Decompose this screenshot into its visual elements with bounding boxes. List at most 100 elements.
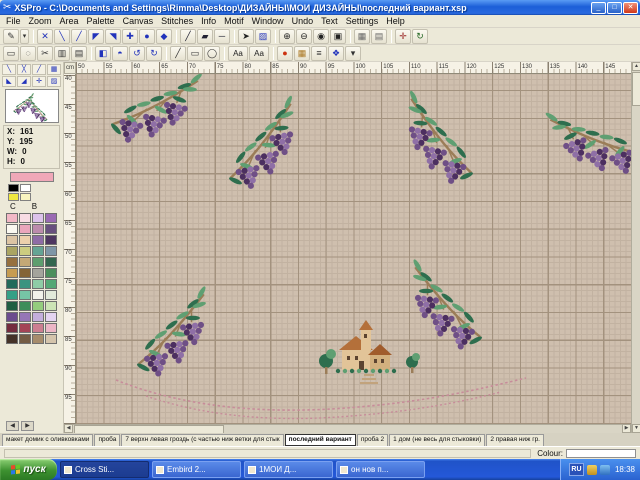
palette-swatch[interactable] [45, 213, 57, 223]
palette-swatch[interactable] [32, 334, 44, 344]
rotate-left-icon[interactable]: ↺ [129, 46, 145, 61]
palette-swatch[interactable] [6, 268, 18, 278]
palette-swatch[interactable] [45, 279, 57, 289]
palette-swatch[interactable] [45, 235, 57, 245]
menu-file[interactable]: File [2, 16, 25, 26]
menu-palette[interactable]: Palette [83, 16, 119, 26]
palette-swatch[interactable] [32, 224, 44, 234]
taskbar-task-button[interactable]: Cross Sti... [60, 461, 149, 478]
text-latin-icon[interactable]: Aa [228, 46, 248, 61]
palette-swatch[interactable] [6, 334, 18, 344]
stitch-dir-grid-icon[interactable]: ▦ [47, 64, 61, 75]
backstitch-icon[interactable]: ╱ [180, 29, 196, 44]
flip-vertical-icon[interactable]: ◓ [112, 46, 128, 61]
palette-swatch[interactable] [6, 279, 18, 289]
palette-scroll-left-icon[interactable]: ◀ [6, 421, 19, 431]
palette-swatch[interactable] [19, 257, 31, 267]
taskbar-task-button[interactable]: он нов п... [336, 461, 425, 478]
palette-swatch[interactable] [45, 268, 57, 278]
menu-motif[interactable]: Motif [220, 16, 248, 26]
palette-swatch[interactable] [45, 246, 57, 256]
pattern-tab[interactable]: макет домик с оливковками [2, 434, 93, 446]
palette-swatch[interactable] [19, 268, 31, 278]
ellipse-tool-icon[interactable]: ◯ [204, 46, 220, 61]
flip-horizontal-icon[interactable]: ◧ [95, 46, 111, 61]
select-free-icon[interactable]: ◌ [20, 46, 36, 61]
menu-canvas[interactable]: Canvas [119, 16, 158, 26]
language-indicator[interactable]: RU [569, 463, 584, 476]
start-button[interactable]: пуск [0, 459, 57, 480]
minimize-button[interactable]: _ [591, 2, 606, 14]
pattern-tab[interactable]: проба [94, 434, 120, 446]
palette-swatch[interactable] [19, 279, 31, 289]
palette-swatch[interactable] [45, 334, 57, 344]
paste-icon[interactable]: ▤ [71, 46, 87, 61]
palette-swatch[interactable] [45, 312, 57, 322]
palette-swatch[interactable] [32, 301, 44, 311]
scroll-left-icon[interactable]: ◀ [64, 424, 73, 433]
copy-icon[interactable]: ▥ [54, 46, 70, 61]
half-stitch-left-icon[interactable]: ╲ [54, 29, 70, 44]
menu-text[interactable]: Text [317, 16, 342, 26]
select-arrow-icon[interactable]: ➤ [238, 29, 254, 44]
palette-swatch[interactable] [6, 246, 18, 256]
three-quarter-stitch-icon[interactable]: ◥ [105, 29, 121, 44]
menu-help[interactable]: Help [382, 16, 409, 26]
palette-swatch[interactable] [32, 290, 44, 300]
refresh-view-icon[interactable]: ↻ [412, 29, 428, 44]
palette-swatch[interactable] [32, 235, 44, 245]
pencil-tool-icon[interactable]: ✎ [3, 29, 19, 44]
palette-swatch[interactable] [19, 323, 31, 333]
fill-tool-icon[interactable]: ▨ [255, 29, 271, 44]
menu-undo[interactable]: Undo [288, 16, 318, 26]
scroll-up-icon[interactable]: ▲ [632, 62, 640, 71]
stitch-dir-sw-icon[interactable]: ◣ [2, 76, 16, 87]
palette-swatch[interactable] [19, 290, 31, 300]
menu-window[interactable]: Window [248, 16, 288, 26]
menu-area[interactable]: Area [56, 16, 83, 26]
title-bar[interactable]: ✂ XSPro - C:\Documents and Settings\Rimm… [0, 0, 640, 15]
motif-library-icon[interactable]: ❖ [328, 46, 344, 61]
taskbar-task-button[interactable]: Embird 2... [152, 461, 241, 478]
pattern-tab[interactable]: 1 дом (не весь для стыковки) [389, 434, 485, 446]
center-design-icon[interactable]: ✛ [395, 29, 411, 44]
palette-swatch[interactable] [6, 235, 18, 245]
taskbar-task-button[interactable]: 1МОИ Д... [244, 461, 333, 478]
zoom-100-icon[interactable]: ◉ [313, 29, 329, 44]
palette-swatch[interactable] [45, 290, 57, 300]
french-knot-icon[interactable]: ● [139, 29, 155, 44]
vertical-scrollbar[interactable]: ▲ ▼ [631, 62, 640, 433]
cut-icon[interactable]: ✂ [37, 46, 53, 61]
line-tool-icon[interactable]: ╱ [170, 46, 186, 61]
palette-swatch[interactable] [32, 279, 44, 289]
palette-swatch[interactable] [45, 323, 57, 333]
palette-swatch[interactable] [45, 301, 57, 311]
palette-swatch[interactable] [19, 224, 31, 234]
quarter-stitch-icon[interactable]: ◤ [88, 29, 104, 44]
scroll-down-icon[interactable]: ▼ [632, 424, 640, 433]
design-canvas[interactable] [76, 74, 631, 424]
palette-swatch[interactable] [32, 257, 44, 267]
pattern-tab[interactable]: 2 правая ниж гр. [486, 434, 544, 446]
menu-settings[interactable]: Settings [342, 16, 383, 26]
horizontal-scrollbar[interactable]: ◀ ▶ [64, 424, 631, 433]
palette-swatch[interactable] [32, 323, 44, 333]
palette-swatch[interactable] [32, 213, 44, 223]
rectangle-tool-icon[interactable]: ▭ [187, 46, 203, 61]
palette-scroll-right-icon[interactable]: ▶ [21, 421, 34, 431]
pencil-dropdown-icon[interactable]: ▾ [20, 29, 29, 44]
quick-color-swatch[interactable] [20, 184, 31, 192]
stitch-dir-plus-icon[interactable]: ✛ [32, 76, 46, 87]
petite-stitch-icon[interactable]: ✚ [122, 29, 138, 44]
palette-swatch[interactable] [19, 334, 31, 344]
grid-toggle-icon[interactable]: ▦ [354, 29, 370, 44]
palette-editor-icon[interactable]: ▦ [294, 46, 310, 61]
palette-swatch[interactable] [6, 312, 18, 322]
tray-icon-1[interactable] [587, 465, 597, 475]
thread-list-icon[interactable]: ≡ [311, 46, 327, 61]
color-picker-icon[interactable]: ● [277, 46, 293, 61]
palette-swatch[interactable] [19, 312, 31, 322]
menu-info[interactable]: Info [197, 16, 220, 26]
pattern-tab[interactable]: проба 2 [357, 434, 388, 446]
full-stitch-icon[interactable]: ✕ [37, 29, 53, 44]
